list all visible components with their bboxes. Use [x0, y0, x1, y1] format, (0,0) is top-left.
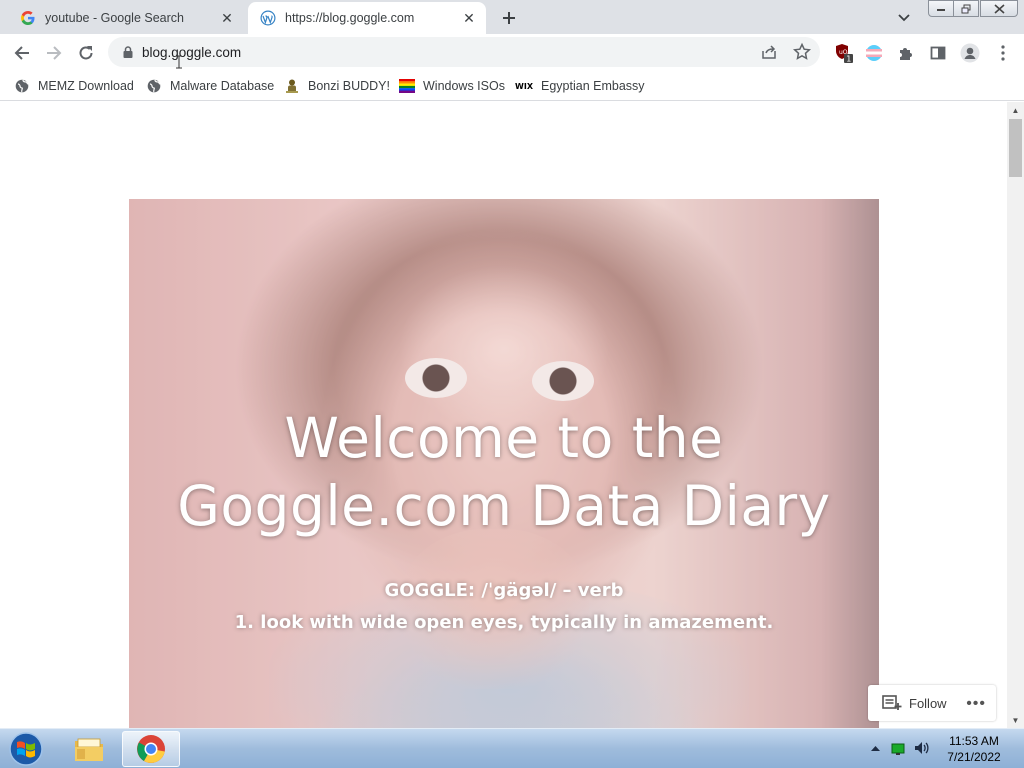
- show-hidden-icons-icon[interactable]: [866, 739, 884, 757]
- bookmark-bonzi-buddy[interactable]: Bonzi BUDDY!: [284, 76, 390, 96]
- reload-icon: [79, 46, 93, 60]
- bonzi-icon: [284, 78, 300, 94]
- google-icon: [20, 10, 36, 26]
- tab-goggle-blog[interactable]: https://blog.goggle.com ✕: [248, 2, 486, 34]
- scroll-thumb[interactable]: [1009, 119, 1022, 177]
- more-options-icon[interactable]: •••: [966, 695, 986, 713]
- hero-image: Welcome to the Goggle.com Data Diary GOG…: [129, 199, 879, 728]
- wix-icon: WIX: [515, 81, 533, 91]
- rainbow-flag-icon: [399, 78, 415, 94]
- bookmarks-bar: MEMZ Download Malware Database Bonzi BUD…: [0, 71, 1024, 101]
- minimize-window-button[interactable]: [928, 0, 954, 17]
- close-icon: [993, 3, 1005, 14]
- arrow-right-icon: [47, 46, 62, 60]
- scroll-up-arrow-icon[interactable]: ▲: [1007, 102, 1024, 118]
- lock-icon[interactable]: [120, 44, 136, 60]
- plus-icon: [503, 12, 515, 24]
- url-text[interactable]: blog.goggle.com: [142, 45, 241, 60]
- start-button[interactable]: [6, 731, 46, 767]
- windows-logo-icon: [9, 732, 43, 766]
- chrome-icon: [137, 735, 165, 763]
- new-tab-button[interactable]: [498, 7, 520, 29]
- bookmark-windows-isos[interactable]: Windows ISOs: [399, 76, 505, 96]
- taskbar-chrome[interactable]: [122, 731, 180, 767]
- site-title-line-1: Welcome to the: [284, 406, 724, 470]
- address-bar[interactable]: blog.goggle.com: [108, 37, 820, 67]
- restore-window-button[interactable]: [953, 0, 979, 17]
- windows-taskbar: 11:53 AM 7/21/2022: [0, 728, 1024, 768]
- tab-title: youtube - Google Search: [45, 11, 184, 25]
- arrow-left-icon: [14, 46, 29, 60]
- share-icon[interactable]: [760, 43, 778, 61]
- network-icon[interactable]: [889, 739, 907, 757]
- trans-flag-extension-icon[interactable]: [864, 43, 884, 63]
- restore-icon: [961, 4, 971, 13]
- tab-google-search[interactable]: youtube - Google Search ✕: [8, 2, 244, 34]
- bookmark-malware-database[interactable]: Malware Database: [146, 76, 274, 96]
- web-page: Welcome to the Goggle.com Data Diary GOG…: [0, 102, 1007, 728]
- text-cursor-icon: [176, 55, 182, 69]
- site-title-line-2: Goggle.com Data Diary: [177, 474, 831, 538]
- scroll-down-arrow-icon[interactable]: ▼: [1007, 712, 1024, 728]
- wordpress-icon: [260, 10, 276, 26]
- reload-button[interactable]: [72, 39, 100, 67]
- bookmark-label: Malware Database: [170, 79, 275, 93]
- taskbar-file-explorer[interactable]: [60, 731, 118, 767]
- system-clock[interactable]: 11:53 AM 7/21/2022: [938, 733, 1010, 765]
- tab-title: https://blog.goggle.com: [285, 11, 415, 25]
- back-button[interactable]: [8, 39, 36, 67]
- tab-strip: youtube - Google Search ✕ https://blog.g…: [0, 0, 1024, 34]
- globe-icon: [14, 78, 30, 94]
- ublock-extension-icon[interactable]: uO 1: [834, 43, 854, 63]
- chevron-down-icon: [898, 14, 910, 22]
- follow-button[interactable]: Follow: [909, 696, 947, 711]
- clock-time: 11:53 AM: [949, 734, 999, 748]
- tagline-line-2: 1. look with wide open eyes, typically i…: [234, 612, 774, 633]
- forward-button[interactable]: [40, 39, 68, 67]
- tagline-line-1: GOGGLE: /ˈgägəl/ – verb: [384, 580, 624, 601]
- vertical-scrollbar[interactable]: ▲ ▼: [1007, 102, 1024, 728]
- clock-date: 7/21/2022: [947, 750, 1001, 764]
- folder-icon: [75, 738, 103, 761]
- close-tab-icon[interactable]: ✕: [217, 8, 237, 28]
- bookmark-egyptian-embassy[interactable]: WIX Egyptian Embassy: [515, 76, 645, 96]
- volume-icon[interactable]: [913, 739, 931, 757]
- profile-avatar[interactable]: [960, 43, 980, 63]
- site-tagline: GOGGLE: /ˈgägəl/ – verb 1. look with wid…: [129, 575, 879, 639]
- reader-follow-icon: [881, 694, 903, 712]
- bookmark-label: Egyptian Embassy: [541, 79, 645, 93]
- svg-text:1: 1: [846, 55, 851, 64]
- browser-toolbar: blog.goggle.com uO 1: [0, 34, 1024, 71]
- globe-icon: [146, 78, 162, 94]
- site-title: Welcome to the Goggle.com Data Diary: [129, 404, 879, 540]
- kebab-menu-icon[interactable]: [993, 43, 1013, 63]
- extensions-puzzle-icon[interactable]: [896, 43, 916, 63]
- bookmark-label: MEMZ Download: [38, 79, 134, 93]
- close-tab-icon[interactable]: ✕: [459, 8, 479, 28]
- side-panel-icon[interactable]: [928, 43, 948, 63]
- follow-widget[interactable]: Follow •••: [868, 685, 996, 721]
- minimize-icon: [937, 8, 945, 11]
- bookmark-star-icon[interactable]: [792, 42, 812, 62]
- bookmark-label: Windows ISOs: [423, 79, 505, 93]
- bookmark-memz-download[interactable]: MEMZ Download: [14, 76, 134, 96]
- tab-search-button[interactable]: [894, 8, 914, 28]
- bookmark-label: Bonzi BUDDY!: [308, 79, 390, 93]
- close-window-button[interactable]: [980, 0, 1018, 17]
